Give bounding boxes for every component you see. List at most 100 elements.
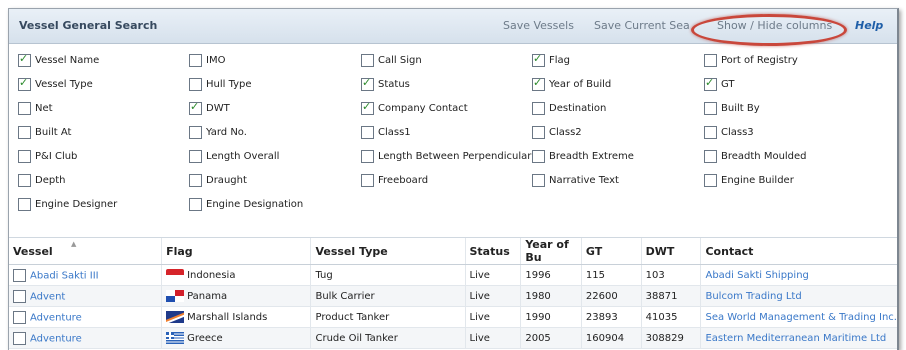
row-checkbox[interactable] [13,310,26,324]
column-toggle-gt[interactable]: GT [704,76,735,92]
column-toggle-vessel-name[interactable]: Vessel Name [18,52,99,68]
checkbox[interactable] [189,173,202,187]
column-toggle-length-overall[interactable]: Length Overall [189,148,279,164]
column-toggle-dwt[interactable]: DWT [189,100,230,116]
column-toggle-depth[interactable]: Depth [18,172,65,188]
vessel-name-link[interactable]: Adventure [30,333,82,344]
vessel-cell[interactable]: Adventure [9,306,162,328]
column-toggle-company-contact[interactable]: Company Contact [361,100,468,116]
column-toggle-breadth-extreme[interactable]: Breadth Extreme [532,148,634,164]
checkbox[interactable] [361,173,374,187]
checkbox[interactable] [704,173,717,187]
table-row[interactable]: Abadi Sakti III Indonesia Tug Live 1996 115 10… [9,264,897,286]
column-toggle-breadth-moulded[interactable]: Breadth Moulded [704,148,807,164]
row-checkbox[interactable] [13,331,26,345]
checkbox[interactable] [189,149,202,163]
checkbox[interactable] [361,100,374,115]
column-toggle-class2[interactable]: Class2 [532,124,582,140]
vessel-name-link[interactable]: Adventure [30,312,82,323]
checkbox[interactable] [361,149,374,163]
checkbox[interactable] [189,77,202,91]
save-current-search-link[interactable]: Save Current Search [594,19,690,32]
table-row[interactable]: Adventure Greece Crude Oil Tanker Live 2005 1… [9,327,897,349]
column-toggle-class3[interactable]: Class3 [704,124,754,140]
column-header-vessel-type[interactable]: Vessel Type [310,238,465,265]
checkbox[interactable] [704,149,717,163]
column-toggle-narrative-text[interactable]: Narrative Text [532,172,619,188]
checkbox[interactable] [189,100,202,115]
column-header-year[interactable]: Year of Bu [520,238,582,265]
checkbox[interactable] [532,76,545,91]
row-checkbox[interactable] [13,289,26,303]
column-toggle-yard-no[interactable]: Yard No. [189,124,247,140]
contact-cell[interactable]: Bulcom Trading Ltd [700,285,897,307]
status-cell: Live [464,327,521,349]
checkbox[interactable] [189,53,202,67]
column-toggle-status[interactable]: Status [361,76,410,92]
column-toggle-imo[interactable]: IMO [189,52,225,68]
column-toggle-engine-builder[interactable]: Engine Builder [704,172,794,188]
column-toggle-net[interactable]: Net [18,100,53,116]
checkbox[interactable] [361,76,374,91]
vessel-cell[interactable]: Advent [9,285,162,307]
checkbox[interactable] [18,173,31,187]
help-link[interactable]: Help [855,19,883,32]
column-toggle-vessel-type[interactable]: Vessel Type [18,76,93,92]
column-toggle-freeboard[interactable]: Freeboard [361,172,428,188]
checkbox[interactable] [361,53,374,67]
table-row[interactable]: Advent Panama Bulk Carrier Live 1980 22600 388… [9,285,897,307]
checkbox[interactable] [18,197,31,211]
column-toggle-year-of-build[interactable]: Year of Build [532,76,611,92]
vessel-name-link[interactable]: Advent [30,291,65,302]
contact-cell[interactable]: Sea World Management & Trading Inc. [700,306,897,328]
column-toggle-destination[interactable]: Destination [532,100,606,116]
checkbox[interactable] [189,197,202,211]
checkbox[interactable] [18,149,31,163]
checkbox[interactable] [704,76,717,91]
column-header-dwt[interactable]: DWT [640,238,701,265]
contact-cell[interactable]: Eastern Mediterranean Maritime Ltd [700,327,897,349]
column-header-status[interactable]: Status [464,238,521,265]
vessel-cell[interactable]: Abadi Sakti III [9,264,162,286]
checkbox[interactable] [361,125,374,139]
checkbox[interactable] [189,125,202,139]
checkbox[interactable] [532,101,545,115]
column-header-flag[interactable]: Flag [161,238,311,265]
column-toggle-built-at[interactable]: Built At [18,124,71,140]
column-header-gt[interactable]: GT [580,238,642,265]
contact-link[interactable]: Abadi Sakti Shipping [705,270,808,281]
row-checkbox[interactable] [13,268,26,282]
column-toggle-engine-designation[interactable]: Engine Designation [189,196,303,212]
column-header-contact[interactable]: Contact [700,238,897,265]
vessel-cell[interactable]: Adventure [9,327,162,349]
checkbox[interactable] [18,125,31,139]
column-header-vessel[interactable]: Vessel ▲ [9,238,162,265]
column-toggle-hull-type[interactable]: Hull Type [189,76,252,92]
contact-link[interactable]: Eastern Mediterranean Maritime Ltd [705,333,886,344]
column-toggle-flag[interactable]: Flag [532,52,570,68]
column-toggle-draught[interactable]: Draught [189,172,247,188]
vessel-name-link[interactable]: Abadi Sakti III [30,270,99,281]
checkbox[interactable] [704,101,717,115]
checkbox[interactable] [532,125,545,139]
checkbox[interactable] [18,52,31,67]
column-toggle-p-i-club[interactable]: P&I Club [18,148,77,164]
checkbox[interactable] [18,76,31,91]
contact-link[interactable]: Sea World Management & Trading Inc. [705,312,897,323]
checkbox[interactable] [532,173,545,187]
checkbox[interactable] [532,149,545,163]
save-vessels-link[interactable]: Save Vessels [503,19,574,32]
checkbox[interactable] [18,101,31,115]
checkbox[interactable] [704,125,717,139]
column-toggle-built-by[interactable]: Built By [704,100,760,116]
column-toggle-class1[interactable]: Class1 [361,124,411,140]
column-toggle-call-sign[interactable]: Call Sign [361,52,422,68]
column-toggle-length-between-perpendicular[interactable]: Length Between Perpendicular [361,148,531,164]
column-toggle-port-of-registry[interactable]: Port of Registry [704,52,798,68]
checkbox[interactable] [532,52,545,67]
column-toggle-engine-designer[interactable]: Engine Designer [18,196,117,212]
table-row[interactable]: Adventure Marshall Islands Product Tanker L… [9,306,897,328]
contact-cell[interactable]: Abadi Sakti Shipping [700,264,897,286]
checkbox[interactable] [704,53,717,67]
contact-link[interactable]: Bulcom Trading Ltd [705,291,801,302]
